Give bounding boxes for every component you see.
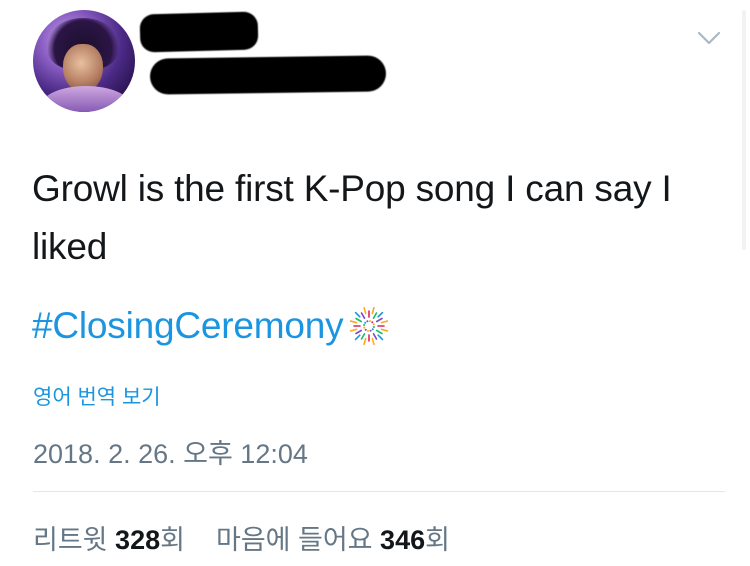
fireworks-spark <box>373 332 378 340</box>
fireworks-icon <box>350 306 389 346</box>
fireworks-dot <box>373 325 376 328</box>
tweet-timestamp[interactable]: 2018. 2. 26. 오후 12:04 <box>33 432 308 471</box>
retweets-stat[interactable]: 리트윗 328회 <box>33 525 192 555</box>
fireworks-dot <box>372 328 375 331</box>
hashtag-row: #ClosingCeremony <box>32 300 391 352</box>
fireworks-spark <box>363 337 367 346</box>
fireworks-dot <box>369 320 372 323</box>
retweets-unit: 회 <box>160 525 185 555</box>
fireworks-dot <box>365 328 368 331</box>
fireworks-spark <box>361 332 366 340</box>
avatar-shoulder <box>41 86 131 112</box>
fireworks-spark <box>355 317 363 323</box>
avatar[interactable] <box>33 10 135 112</box>
fireworks-dot <box>363 324 366 327</box>
fireworks-spark <box>377 311 384 318</box>
tweet-text: Growl is the first K-Pop song I can say … <box>32 168 672 267</box>
translate-tweet-link[interactable]: 영어 번역 보기 <box>33 381 161 411</box>
fireworks-spark <box>372 337 376 346</box>
fireworks-spark <box>350 320 358 324</box>
fireworks-spark <box>373 312 378 320</box>
redacted-display-name-part <box>180 22 250 46</box>
likes-count: 346 <box>380 525 426 555</box>
retweets-label: 리트윗 <box>33 525 108 555</box>
fireworks-spark <box>355 334 362 341</box>
scrollbar[interactable] <box>742 10 746 250</box>
fireworks-spark <box>355 311 362 318</box>
retweets-count: 328 <box>115 525 161 555</box>
likes-label: 마음에 들어요 <box>215 525 373 555</box>
fireworks-spark <box>372 306 376 315</box>
fireworks-spark <box>361 312 366 320</box>
fireworks-dot <box>373 323 376 326</box>
fireworks-dot <box>364 321 367 324</box>
chevron-down-icon[interactable] <box>697 30 721 46</box>
fireworks-spark <box>377 334 384 341</box>
fireworks-dot <box>363 326 366 329</box>
likes-unit: 회 <box>425 525 450 555</box>
fireworks-spark <box>376 329 384 335</box>
divider <box>33 491 725 492</box>
fireworks-spark <box>363 306 367 315</box>
fireworks-spark <box>381 328 389 332</box>
engagement-stats: 리트윗 328회 마음에 들어요 346회 <box>33 518 450 557</box>
fireworks-dot <box>366 320 369 323</box>
fireworks-dot <box>370 329 373 332</box>
avatar-face <box>63 44 103 92</box>
fireworks-spark <box>381 320 389 324</box>
fireworks-dot <box>367 329 370 332</box>
hashtag-link[interactable]: #ClosingCeremony <box>32 305 344 347</box>
fireworks-spark <box>355 329 363 335</box>
fireworks-dot <box>371 321 374 324</box>
redacted-username <box>149 55 387 95</box>
fireworks-spark <box>350 328 358 332</box>
likes-stat[interactable]: 마음에 들어요 346회 <box>216 525 450 555</box>
fireworks-spark <box>376 317 384 323</box>
